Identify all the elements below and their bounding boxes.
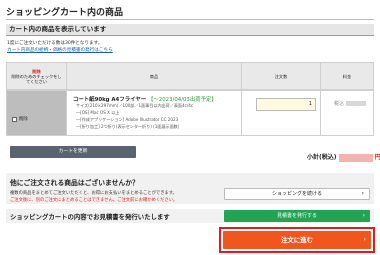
proceed-to-order-button[interactable]: 注文に進む › — [223, 231, 371, 249]
chevron-right-icon: › — [363, 236, 366, 243]
quantity-cell — [241, 90, 321, 136]
delete-checkbox[interactable] — [12, 116, 17, 122]
price-column-header: 料金 — [320, 62, 374, 90]
chevron-right-icon: › — [361, 190, 364, 197]
product-spec-line: ―[折り加工] 2つ折り(表示センター折り) (1面展示面数) — [76, 124, 180, 129]
other-products-warning: ご注文後に、別のご注文にまとめることはできません。ご注文前にお確かめください。 — [10, 198, 178, 203]
update-cart-button[interactable]: カートを更新 — [10, 146, 136, 158]
issue-quote-button[interactable]: 見積書を発行する › — [224, 210, 370, 222]
product-column-header: 商品 — [66, 62, 242, 90]
price-cell — [320, 90, 374, 136]
chevron-right-icon: › — [362, 212, 365, 219]
other-products-text: 複数の商品をまとめてご注文いただくと、お得にお支払いをまとめることができます。 — [10, 191, 177, 196]
delete-checkbox-row[interactable]: 削除 — [12, 116, 28, 122]
cart-section-heading: カート内の商品を表示しています — [6, 24, 374, 35]
continue-shopping-label: ショッピングを続ける — [271, 191, 322, 197]
order-limit-note: 1度にご注文いただける数は30件となります。 — [7, 41, 103, 46]
delete-cell — [6, 90, 67, 136]
product-spec-line: ―[作成アプリケーション] Adobe Illustrator CC 2023 — [76, 117, 179, 122]
row-price: 税込 — [334, 100, 366, 107]
subtotal-yen: 円 — [374, 154, 380, 161]
section-divider — [6, 35, 374, 36]
continue-shopping-button[interactable]: ショッピングを続ける › — [224, 188, 370, 200]
proceed-to-order-label: 注文に進む — [281, 236, 313, 244]
delete-header-text: 削除のためのチェックをしてください — [11, 73, 62, 84]
product-spec-line: ―[OS] Mac OS X 以上 — [76, 110, 120, 115]
subtotal-label: 小計(税込) — [307, 154, 337, 161]
price-redacted — [345, 101, 366, 106]
quantity-column-header: 注文数 — [241, 62, 321, 90]
product-name: コート紙90kg A4フライヤー 【〜2023/04/03出荷予定】 — [73, 95, 217, 103]
quantity-input[interactable]: 1 — [256, 98, 316, 111]
page-title: ショッピングカート内の商品 — [6, 8, 124, 18]
subtotal: 小計(税込) 円 — [307, 152, 380, 162]
other-products-title: 他にご注文される商品はございませんか？ — [10, 179, 139, 187]
subtotal-redacted — [338, 153, 373, 162]
quote-title: ショッピングカートの内容でお見積書を発行いたします — [10, 213, 170, 221]
product-spec-line: サイズ(210×297mm)／100部／1面事目以内出荷／表面4c/4c — [76, 103, 194, 108]
delete-checkbox-label: 削除 — [19, 117, 28, 122]
price-prefix: 税込 — [334, 101, 345, 107]
quote-issue-link[interactable]: カート内商品の絵柄・価格の見積書の発行はこちら — [7, 47, 113, 53]
issue-quote-label: 見積書を発行する — [276, 213, 317, 219]
title-divider — [6, 19, 374, 20]
delete-column-header: 削除 削除のためのチェックをしてください — [6, 62, 67, 90]
